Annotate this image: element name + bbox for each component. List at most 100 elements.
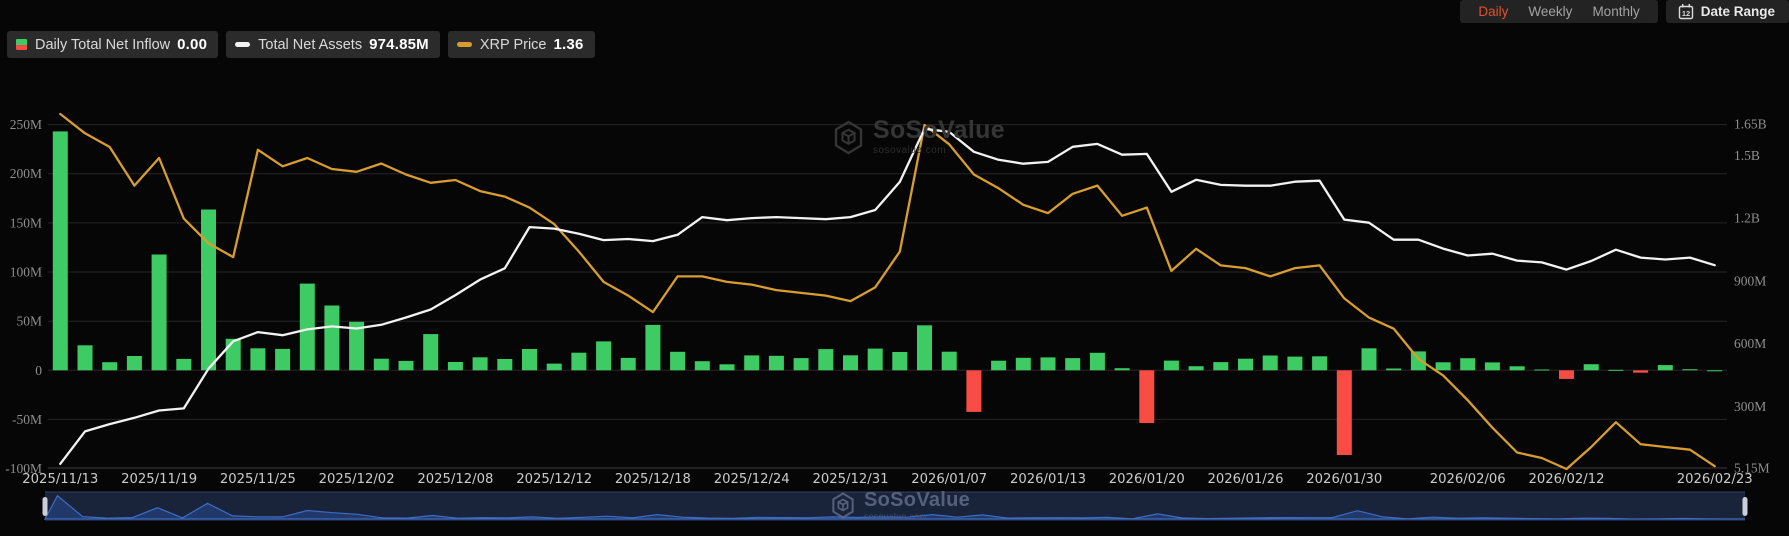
- x-axis-tick: 2026/02/12: [1528, 472, 1604, 487]
- inflow-bar: [176, 359, 191, 370]
- left-axis-tick: 200M: [10, 166, 42, 181]
- inflow-bar: [917, 325, 932, 370]
- x-axis-tick: 2025/11/13: [22, 472, 98, 487]
- inflow-bar: [769, 356, 784, 371]
- x-axis-tick: 2025/12/02: [319, 472, 395, 487]
- inflow-bar: [300, 284, 315, 371]
- right-axis-tick: 300M: [1734, 399, 1766, 414]
- inflow-bar: [127, 356, 142, 370]
- inflow-bar: [1608, 370, 1623, 371]
- inflow-bar: [1065, 358, 1080, 370]
- inflow-bar: [1090, 353, 1105, 371]
- inflow-bar: [1707, 370, 1722, 371]
- inflow-bar: [1139, 370, 1154, 423]
- x-axis-tick: 2025/12/31: [812, 472, 888, 487]
- x-axis-tick: 2026/02/23: [1677, 472, 1753, 487]
- left-axis-tick: 0: [35, 363, 42, 378]
- x-axis-tick: 2025/12/24: [714, 472, 790, 487]
- x-axis-tick: 2025/11/25: [220, 472, 296, 487]
- left-axis-tick: -50M: [12, 412, 42, 427]
- inflow-bar: [448, 362, 463, 370]
- inflow-bar: [1485, 362, 1500, 370]
- inflow-bar: [473, 357, 488, 370]
- right-axis-tick: 900M: [1734, 273, 1766, 288]
- inflow-bar: [1436, 362, 1451, 370]
- inflow-bar: [152, 255, 167, 371]
- inflow-bar: [1312, 356, 1327, 370]
- inflow-bar: [1115, 368, 1130, 370]
- inflow-bar: [423, 334, 438, 370]
- inflow-bar: [1016, 358, 1031, 371]
- inflow-bar: [868, 349, 883, 371]
- x-axis-tick: 2026/02/06: [1430, 472, 1506, 487]
- inflow-bar: [1559, 370, 1574, 379]
- inflow-bar: [942, 352, 957, 371]
- left-axis-tick: 150M: [10, 215, 42, 230]
- inflow-bar: [522, 349, 537, 370]
- x-axis-tick: 2026/01/20: [1109, 472, 1185, 487]
- inflow-bar: [53, 131, 68, 370]
- right-axis-tick: 600M: [1734, 336, 1766, 351]
- inflow-bar: [275, 349, 290, 370]
- inflow-bar: [250, 348, 265, 370]
- inflow-bar: [1213, 362, 1228, 370]
- inflow-bar: [1584, 364, 1599, 370]
- right-axis-tick: 1.2B: [1734, 211, 1760, 226]
- inflow-bar: [695, 361, 710, 370]
- inflow-bar: [78, 345, 93, 370]
- inflow-bar: [1238, 359, 1253, 371]
- inflow-bar: [102, 362, 117, 370]
- x-axis-tick: 2026/01/07: [911, 472, 987, 487]
- inflow-bar: [1534, 370, 1549, 371]
- inflow-bar: [1510, 366, 1525, 370]
- navigator-slider[interactable]: [43, 492, 1748, 521]
- x-axis-tick: 2025/12/08: [417, 472, 493, 487]
- inflow-bar: [1337, 370, 1352, 455]
- inflow-bar: [744, 355, 759, 370]
- inflow-bar: [645, 325, 660, 370]
- right-axis-tick: 1.65B: [1734, 117, 1767, 132]
- inflow-bar: [966, 370, 981, 412]
- inflow-bar: [818, 349, 833, 370]
- inflow-bar: [1041, 357, 1056, 370]
- inflow-bar: [547, 364, 562, 371]
- inflow-bar: [1189, 366, 1204, 370]
- left-axis-tick: 250M: [10, 117, 42, 132]
- left-axis-tick: 100M: [10, 265, 42, 280]
- inflow-bar: [497, 359, 512, 370]
- x-axis-tick: 2026/01/13: [1010, 472, 1086, 487]
- inflow-bar: [571, 353, 586, 371]
- inflow-bar: [1287, 357, 1302, 371]
- inflow-bar: [1683, 369, 1698, 370]
- inflow-bar: [1658, 365, 1673, 370]
- main-chart-canvas[interactable]: 250M200M150M100M50M0-50M-100M1.65B1.5B1.…: [0, 0, 1789, 536]
- x-axis-tick: 2025/11/19: [121, 472, 197, 487]
- x-axis-tick: 2025/12/12: [516, 472, 592, 487]
- inflow-bar: [399, 361, 414, 370]
- inflow-bar: [201, 210, 216, 371]
- inflow-bar: [720, 364, 735, 370]
- axis-labels: 250M200M150M100M50M0-50M-100M1.65B1.5B1.…: [5, 117, 1769, 488]
- x-axis-tick: 2026/01/26: [1207, 472, 1283, 487]
- inflow-bar: [226, 339, 241, 371]
- inflow-bar: [1633, 370, 1648, 372]
- inflow-bar: [596, 341, 611, 370]
- inflow-bar: [991, 361, 1006, 371]
- navigator-handle-left: [43, 497, 48, 516]
- x-axis-tick: 2025/12/18: [615, 472, 691, 487]
- inflow-bar: [1460, 358, 1475, 370]
- inflow-bar: [1263, 356, 1278, 371]
- inflow-bar: [1164, 361, 1179, 371]
- inflow-bar: [1362, 348, 1377, 370]
- inflow-bar: [843, 355, 858, 370]
- navigator-handle-right: [1743, 497, 1748, 516]
- etf-flow-chart-app: Daily Weekly Monthly 12 Date Range Daily…: [0, 0, 1789, 536]
- inflow-bar: [374, 359, 389, 371]
- inflow-bar: [621, 358, 636, 370]
- inflow-bar: [892, 352, 907, 370]
- inflow-bar: [794, 358, 809, 370]
- inflow-bar: [1386, 369, 1401, 371]
- x-axis-tick: 2026/01/30: [1306, 472, 1382, 487]
- inflow-bar: [324, 306, 339, 371]
- right-axis-tick: 1.5B: [1734, 148, 1760, 163]
